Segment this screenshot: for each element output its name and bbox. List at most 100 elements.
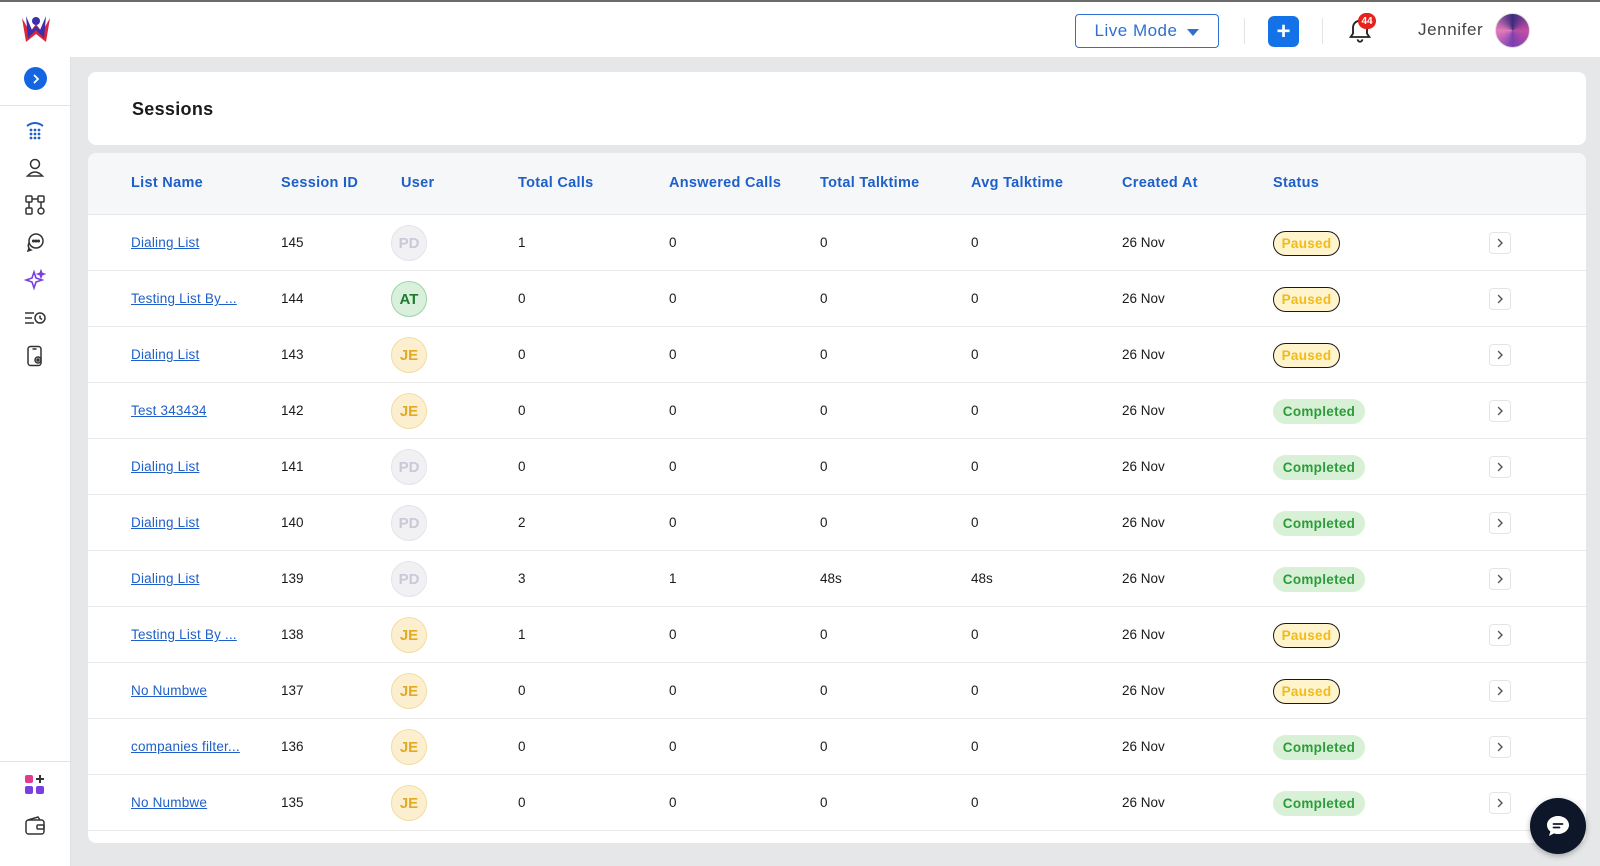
chevron-right-icon bbox=[1497, 798, 1503, 808]
avatar[interactable] bbox=[1495, 13, 1530, 48]
add-button[interactable]: + bbox=[1268, 16, 1299, 47]
divider bbox=[1244, 18, 1245, 44]
session-id-cell: 137 bbox=[281, 683, 304, 698]
list-name-link[interactable]: Dialing List bbox=[131, 459, 199, 474]
list-name-link[interactable]: No Numbwe bbox=[131, 795, 207, 810]
list-name-link[interactable]: Dialing List bbox=[131, 571, 199, 586]
history-icon[interactable] bbox=[23, 306, 47, 330]
header-user[interactable]: User bbox=[401, 175, 434, 191]
chevron-right-icon bbox=[1497, 406, 1503, 416]
table-row[interactable]: Dialing List 140 PD 2 0 0 0 26 Nov Completed bbox=[88, 495, 1586, 551]
avg-talktime-cell: 0 bbox=[971, 403, 979, 418]
list-name-link[interactable]: No Numbwe bbox=[131, 683, 207, 698]
created-at-cell: 26 Nov bbox=[1122, 515, 1165, 530]
row-details-button[interactable] bbox=[1489, 344, 1511, 366]
table-row[interactable]: Dialing List 145 PD 1 0 0 0 26 Nov Paused bbox=[88, 215, 1586, 271]
table-row[interactable]: No Numbwe 137 JE 0 0 0 0 26 Nov Paused bbox=[88, 663, 1586, 719]
table-row[interactable]: companies filter... 136 JE 0 0 0 0 26 Nov Comple… bbox=[88, 719, 1586, 775]
table-row[interactable]: Testing List By ... 144 AT 0 0 0 0 26 Nov Paused bbox=[88, 271, 1586, 327]
status-badge: Paused bbox=[1273, 287, 1340, 312]
table-row[interactable]: Dialing List 139 PD 3 1 48s 48s 26 Nov Completed bbox=[88, 551, 1586, 607]
session-id-cell: 141 bbox=[281, 459, 304, 474]
avg-talktime-cell: 0 bbox=[971, 347, 979, 362]
list-name-link[interactable]: Test 343434 bbox=[131, 403, 207, 418]
header-created-at[interactable]: Created At bbox=[1122, 175, 1198, 191]
created-at-cell: 26 Nov bbox=[1122, 347, 1165, 362]
user-avatar: PD bbox=[391, 225, 427, 261]
contacts-icon[interactable] bbox=[23, 155, 47, 179]
total-talktime-cell: 0 bbox=[820, 515, 828, 530]
header-session-id[interactable]: Session ID bbox=[281, 175, 358, 191]
list-name-link[interactable]: companies filter... bbox=[131, 739, 240, 754]
row-details-button[interactable] bbox=[1489, 456, 1511, 478]
chevron-right-icon bbox=[1497, 630, 1503, 640]
status-badge: Completed bbox=[1273, 455, 1365, 480]
session-id-cell: 135 bbox=[281, 795, 304, 810]
header-answered-calls[interactable]: Answered Calls bbox=[669, 175, 781, 191]
table-row[interactable]: Dialing List 143 JE 0 0 0 0 26 Nov Paused bbox=[88, 327, 1586, 383]
table-row[interactable]: Test 343434 142 JE 0 0 0 0 26 Nov Completed bbox=[88, 383, 1586, 439]
chat-support-button[interactable] bbox=[1530, 798, 1586, 854]
list-name-link[interactable]: Testing List By ... bbox=[131, 291, 237, 306]
row-details-button[interactable] bbox=[1489, 624, 1511, 646]
session-id-cell: 139 bbox=[281, 571, 304, 586]
avg-talktime-cell: 48s bbox=[971, 571, 993, 586]
status-badge: Paused bbox=[1273, 343, 1340, 368]
row-details-button[interactable] bbox=[1489, 680, 1511, 702]
created-at-cell: 26 Nov bbox=[1122, 291, 1165, 306]
total-talktime-cell: 0 bbox=[820, 347, 828, 362]
header-list-name[interactable]: List Name bbox=[131, 175, 203, 191]
mode-dropdown[interactable]: Live Mode bbox=[1075, 14, 1219, 48]
status-badge: Paused bbox=[1273, 623, 1340, 648]
dialpad-icon[interactable] bbox=[23, 118, 47, 142]
session-id-cell: 140 bbox=[281, 515, 304, 530]
total-talktime-cell: 0 bbox=[820, 683, 828, 698]
session-id-cell: 142 bbox=[281, 403, 304, 418]
table-row[interactable]: No Numbwe 135 JE 0 0 0 0 26 Nov Completed bbox=[88, 775, 1586, 831]
user-avatar: JE bbox=[391, 673, 427, 709]
wallet-icon[interactable] bbox=[23, 814, 47, 838]
row-details-button[interactable] bbox=[1489, 512, 1511, 534]
created-at-cell: 26 Nov bbox=[1122, 627, 1165, 642]
status-badge: Completed bbox=[1273, 791, 1365, 816]
row-details-button[interactable] bbox=[1489, 232, 1511, 254]
list-name-link[interactable]: Testing List By ... bbox=[131, 627, 237, 642]
divider bbox=[0, 761, 70, 762]
phone-settings-icon[interactable] bbox=[23, 344, 47, 368]
expand-sidebar-button[interactable] bbox=[24, 67, 47, 90]
header-total-talktime[interactable]: Total Talktime bbox=[820, 175, 920, 191]
row-details-button[interactable] bbox=[1489, 736, 1511, 758]
total-calls-cell: 0 bbox=[518, 683, 526, 698]
total-calls-cell: 0 bbox=[518, 291, 526, 306]
row-details-button[interactable] bbox=[1489, 792, 1511, 814]
status-badge: Completed bbox=[1273, 511, 1365, 536]
list-name-link[interactable]: Dialing List bbox=[131, 235, 199, 250]
notification-badge: 44 bbox=[1358, 13, 1376, 29]
row-details-button[interactable] bbox=[1489, 568, 1511, 590]
chat-bubbles-icon[interactable] bbox=[23, 230, 47, 254]
add-app-icon[interactable] bbox=[23, 773, 47, 797]
row-details-button[interactable] bbox=[1489, 288, 1511, 310]
header-total-calls[interactable]: Total Calls bbox=[518, 175, 594, 191]
session-id-cell: 143 bbox=[281, 347, 304, 362]
table-row[interactable]: Testing List By ... 138 JE 1 0 0 0 26 Nov Paused bbox=[88, 607, 1586, 663]
list-name-link[interactable]: Dialing List bbox=[131, 515, 199, 530]
row-details-button[interactable] bbox=[1489, 400, 1511, 422]
answered-calls-cell: 0 bbox=[669, 235, 677, 250]
workflow-icon[interactable] bbox=[23, 193, 47, 217]
answered-calls-cell: 0 bbox=[669, 627, 677, 642]
header-status[interactable]: Status bbox=[1273, 175, 1319, 191]
total-calls-cell: 0 bbox=[518, 739, 526, 754]
ai-sparkle-icon[interactable] bbox=[23, 268, 47, 292]
table-row[interactable]: Dialing List 141 PD 0 0 0 0 26 Nov Completed bbox=[88, 439, 1586, 495]
divider bbox=[1322, 18, 1323, 44]
list-name-link[interactable]: Dialing List bbox=[131, 347, 199, 362]
answered-calls-cell: 0 bbox=[669, 515, 677, 530]
status-badge: Completed bbox=[1273, 567, 1365, 592]
header-avg-talktime[interactable]: Avg Talktime bbox=[971, 175, 1063, 191]
brand-logo[interactable] bbox=[18, 12, 54, 48]
user-name[interactable]: Jennifer bbox=[1418, 20, 1483, 40]
chevron-right-icon bbox=[1497, 574, 1503, 584]
total-calls-cell: 0 bbox=[518, 795, 526, 810]
avg-talktime-cell: 0 bbox=[971, 795, 979, 810]
